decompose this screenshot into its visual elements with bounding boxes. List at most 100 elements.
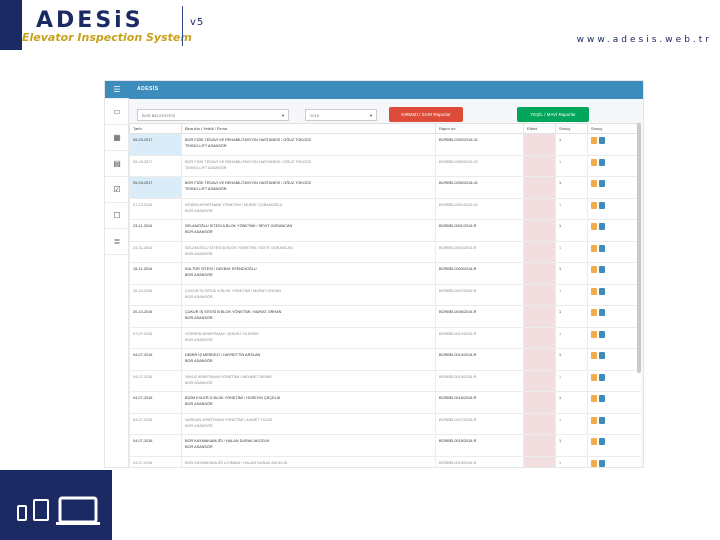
row-count: 1	[555, 369, 588, 392]
row-date: 04-07-2016	[129, 369, 182, 392]
column-header[interactable]: Sonuç	[587, 123, 641, 134]
row-firm: BOR ASANSÖR	[185, 208, 213, 213]
row-firm: BOR ASANSÖR	[185, 467, 213, 468]
table-row[interactable]: 23-11-2016 SELAMOĞLU SİTESİ B BLOK YÖNETİ…	[129, 240, 641, 263]
document-icon[interactable]	[599, 137, 605, 144]
document-icon[interactable]	[599, 330, 605, 338]
folder-icon[interactable]	[591, 223, 597, 230]
table-row[interactable]: 09-03-2017 BOR FİZİK TEDAVİ VE REHABİLİTA…	[129, 176, 641, 199]
table-row[interactable]: 04-07-2016 BOR KAYMAKAMLIĞI LOJMANI / HAL…	[129, 455, 641, 468]
table-row[interactable]: 09-03-2017 BOR FİZİK TEDAVİ VE REHABİLİTA…	[129, 133, 641, 156]
row-count: 1	[555, 262, 588, 285]
column-header[interactable]: Tarih	[129, 123, 182, 134]
document-icon[interactable]	[599, 459, 605, 467]
year-select[interactable]: 2016 ▼	[305, 109, 377, 121]
folder-icon[interactable]	[591, 309, 597, 316]
red-yellow-reports-button[interactable]: KIRMIZI / SARI Raporlar	[389, 107, 463, 122]
document-icon[interactable]	[599, 180, 605, 187]
row-firm: BOR ASANSÖR	[185, 445, 213, 449]
document-icon[interactable]	[599, 201, 605, 209]
row-building-name: ÇUKUR İŞ SİTESİ A BLOK YÖNETİMİ / MURAT …	[185, 288, 281, 293]
top-navbar: ADESİS	[129, 81, 643, 99]
folder-icon[interactable]	[591, 201, 597, 209]
document-icon[interactable]	[599, 223, 605, 230]
clipboard-icon[interactable]: ▤	[105, 151, 129, 177]
row-label	[523, 197, 556, 220]
row-actions	[587, 240, 641, 263]
document-icon[interactable]	[599, 438, 605, 445]
column-header[interactable]: Bina Adı / Yetkili / Firma	[181, 123, 436, 134]
folder-icon[interactable]	[591, 137, 597, 144]
menu-toggle-icon[interactable]: ☰	[105, 81, 129, 99]
folder-icon[interactable]	[591, 438, 597, 445]
document-icon[interactable]	[599, 244, 605, 252]
row-building-name: KÖŞEM APARTMANI YÖNETİMİ / MURAT ÇOBANOĞ…	[185, 202, 283, 207]
table-row[interactable]: 04-07-2016 YAVUZ APARTMANI YÖNETİMİ / MEH…	[129, 369, 641, 392]
row-firm: BOR ASANSÖR	[185, 337, 213, 342]
table-row[interactable]: 04-07-2016 BOR KAYMAKAMLIĞI / HALAN DURAK…	[129, 434, 641, 457]
row-report-no: BORBEL0250/2016-02	[435, 154, 524, 177]
row-label	[523, 176, 556, 199]
row-report-no: BORBEL0014/2016-R	[435, 348, 524, 371]
folder-icon[interactable]	[591, 266, 597, 273]
list-icon[interactable]: ≣	[105, 229, 129, 255]
row-actions	[587, 283, 641, 306]
table-row[interactable]: 07-07-2016 GÖRKEM APARTMANI / ŞÜKRÜ YILDI…	[129, 326, 641, 349]
table-body: 09-03-2017 BOR FİZİK TEDAVİ VE REHABİLİTA…	[129, 133, 641, 468]
row-count: 1	[555, 176, 588, 199]
table-row[interactable]: 23-11-2016 SELAMOĞLU SİTESİ A BLOK YÖNETİ…	[129, 219, 641, 242]
table-row[interactable]: 04-07-2016 BİZİM EVLER D BLOK YÖNETİMİ / …	[129, 391, 641, 414]
row-count: 1	[555, 455, 588, 467]
checkbox-icon[interactable]: ☑	[105, 177, 129, 203]
folder-icon[interactable]	[591, 395, 597, 402]
folder-icon[interactable]	[591, 180, 597, 187]
scrollbar[interactable]	[637, 123, 641, 373]
table-row[interactable]: 27-12-2016 KÖŞEM APARTMANI YÖNETİMİ / MUR…	[129, 197, 641, 220]
table-row[interactable]: 09-03-2017 BOR FİZİK TEDAVİ VE REHABİLİTA…	[129, 154, 641, 177]
row-date: 07-07-2016	[129, 326, 182, 349]
row-building: BOR FİZİK TEDAVİ VE REHABİLİTASYON HASTA…	[181, 154, 436, 177]
row-report-no: BORBEL0007/2016-R	[435, 283, 524, 306]
document-icon[interactable]	[599, 158, 605, 166]
folder-icon[interactable]	[591, 244, 597, 252]
row-count: 1	[555, 412, 588, 435]
devices-icon	[17, 496, 100, 525]
row-count: 1	[555, 219, 588, 242]
monitor-icon[interactable]: ▭	[105, 99, 129, 125]
folder-icon[interactable]	[591, 416, 597, 424]
row-building: KÜLTÜR SİTESİ / DAYBAY EFENDİOĞLU BOR ASA…	[181, 262, 436, 285]
table-row[interactable]: 04-07-2016 NURDAN APARTMANI YÖNETİMİ / AH…	[129, 412, 641, 435]
row-building: GÖRKEM APARTMANI / ŞÜKRÜ YILDIRIM BOR ASA…	[181, 326, 436, 349]
row-label	[523, 262, 556, 285]
document-icon[interactable]	[599, 309, 605, 316]
green-blue-reports-button[interactable]: YEŞİL / MAVİ Raporlar	[517, 107, 589, 122]
row-firm: TEKNO-LİFT ASANSÖR	[185, 187, 227, 191]
folder-icon[interactable]	[591, 287, 597, 295]
row-building: NURDAN APARTMANI YÖNETİMİ / AHMET YILDIZ…	[181, 412, 436, 435]
checklist-icon[interactable]: ☐	[105, 203, 129, 229]
column-header[interactable]: Etiket	[523, 123, 556, 134]
document-icon[interactable]	[599, 416, 605, 424]
table-row[interactable]: 15-11-2016 KÜLTÜR SİTESİ / DAYBAY EFENDİO…	[129, 262, 641, 285]
document-icon[interactable]	[599, 373, 605, 381]
column-header[interactable]: Sonuç	[555, 123, 588, 134]
table-row[interactable]: 20-10-2016 ÇUKUR İŞ SİTESİ A BLOK YÖNETİM…	[129, 283, 641, 306]
row-date: 20-10-2016	[129, 305, 182, 328]
table-row[interactable]: 20-10-2016 ÇUKUR İŞ SİTESİ B BLOK YÖNETİM…	[129, 305, 641, 328]
folder-icon[interactable]	[591, 373, 597, 381]
table-row[interactable]: 04-07-2016 DEMİR İŞ MERKEZİ / HAYRETTİN A…	[129, 348, 641, 371]
document-icon[interactable]	[599, 395, 605, 402]
municipality-select[interactable]: BOR BELEDİYESİ ▼	[137, 109, 289, 121]
document-icon[interactable]	[599, 266, 605, 273]
row-actions	[587, 434, 641, 457]
row-building: SELAMOĞLU SİTESİ B BLOK YÖNETİMİ / SEVİT…	[181, 240, 436, 263]
folder-icon[interactable]	[591, 158, 597, 166]
folder-icon[interactable]	[591, 459, 597, 467]
report-table-container: Tarih Bina Adı / Yetkili / Firma Rapor n…	[129, 123, 641, 468]
document-icon[interactable]	[599, 352, 605, 359]
calendar-icon[interactable]: ▦	[105, 125, 129, 151]
column-header[interactable]: Rapor no	[435, 123, 524, 134]
folder-icon[interactable]	[591, 352, 597, 359]
document-icon[interactable]	[599, 287, 605, 295]
folder-icon[interactable]	[591, 330, 597, 338]
